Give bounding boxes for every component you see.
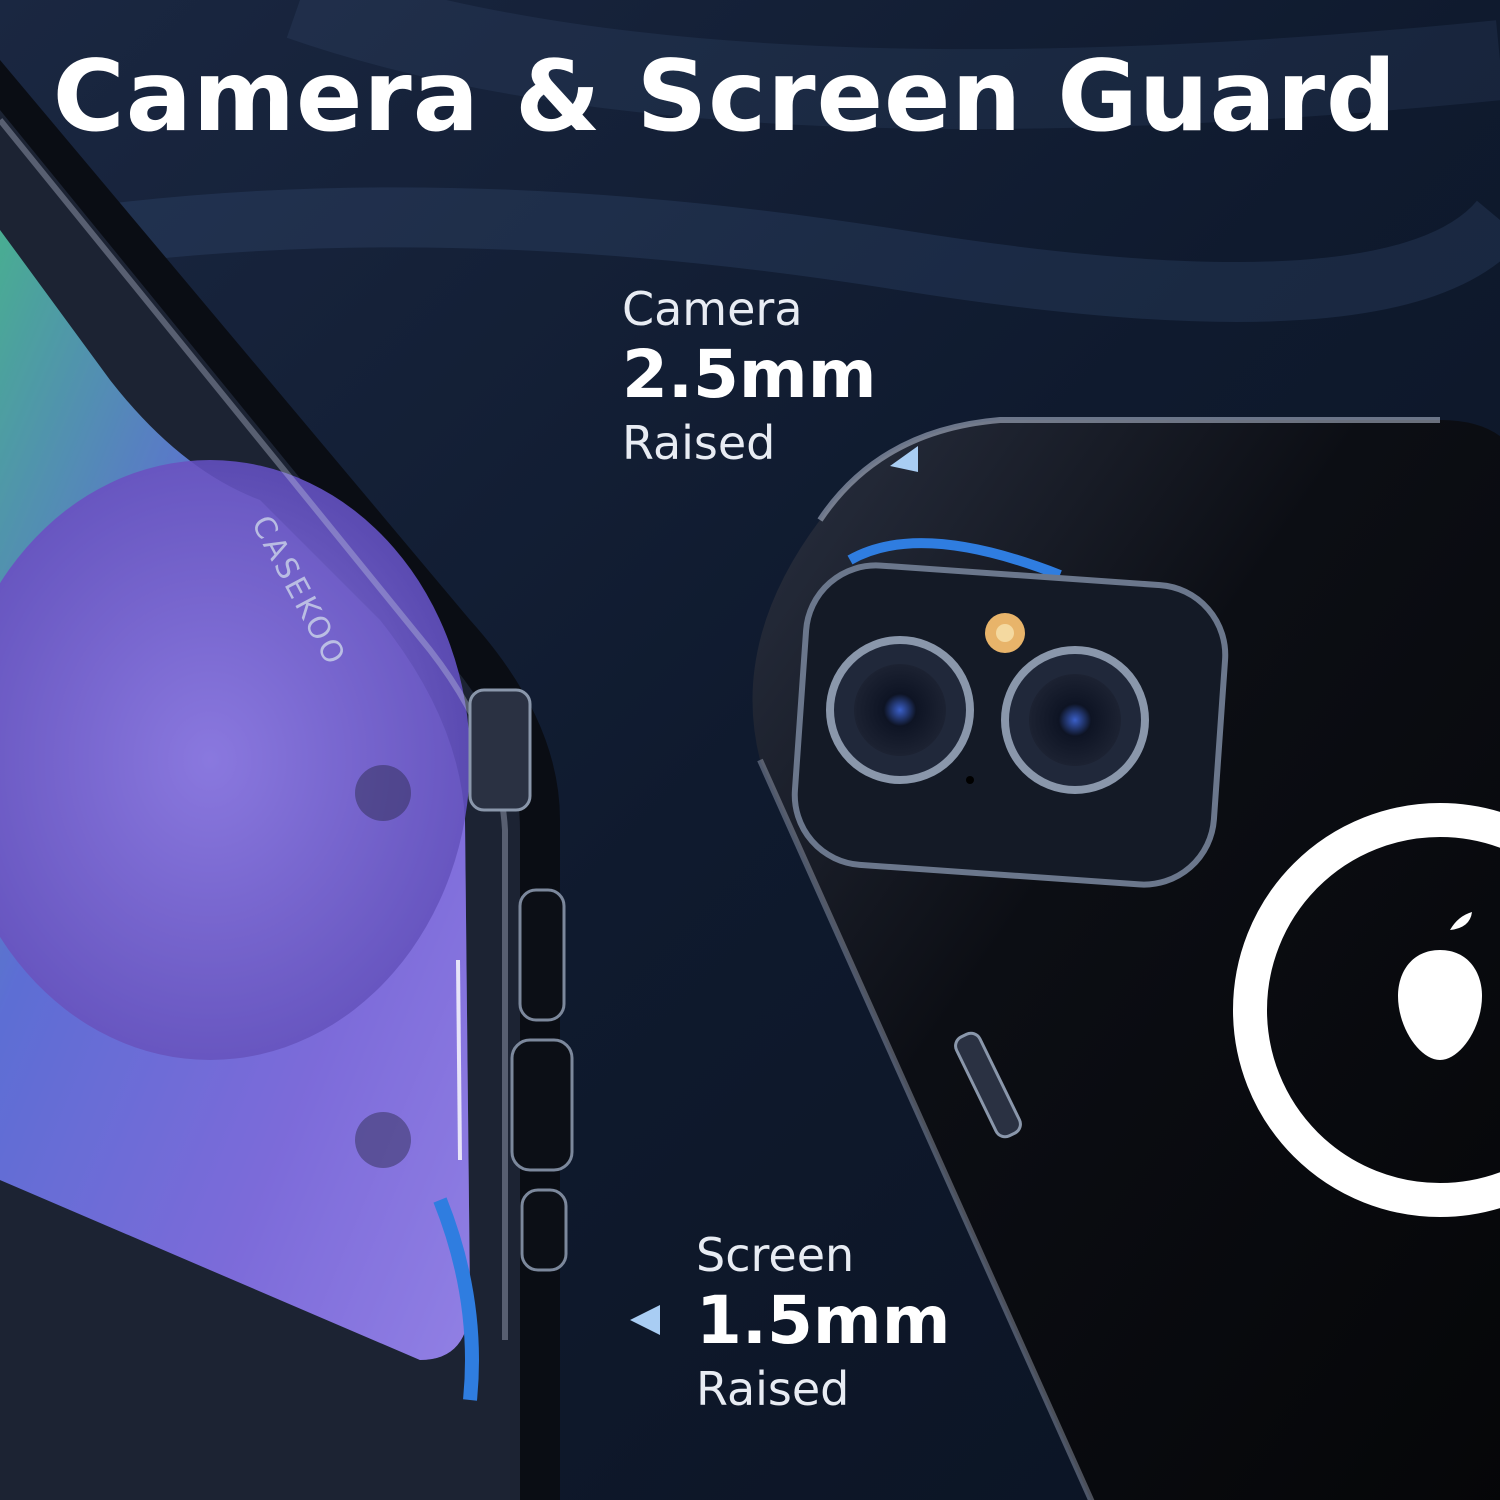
- camera-spec-value: 2.5mm: [622, 336, 877, 413]
- camera-spec-label: Camera: [622, 282, 803, 336]
- camera-spec: Camera 2.5mm Raised: [622, 286, 876, 466]
- screen-spec-suffix: Raised: [696, 1362, 850, 1416]
- screen-spec: Screen 1.5mm Raised: [696, 1232, 950, 1412]
- page-title: Camera & Screen Guard: [52, 40, 1398, 154]
- screen-spec-value: 1.5mm: [696, 1282, 951, 1359]
- screen-spec-label: Screen: [696, 1228, 855, 1282]
- product-banner: CASEKOO Camera & Screen Guard Camera 2.5…: [0, 0, 1500, 1500]
- camera-spec-suffix: Raised: [622, 416, 776, 470]
